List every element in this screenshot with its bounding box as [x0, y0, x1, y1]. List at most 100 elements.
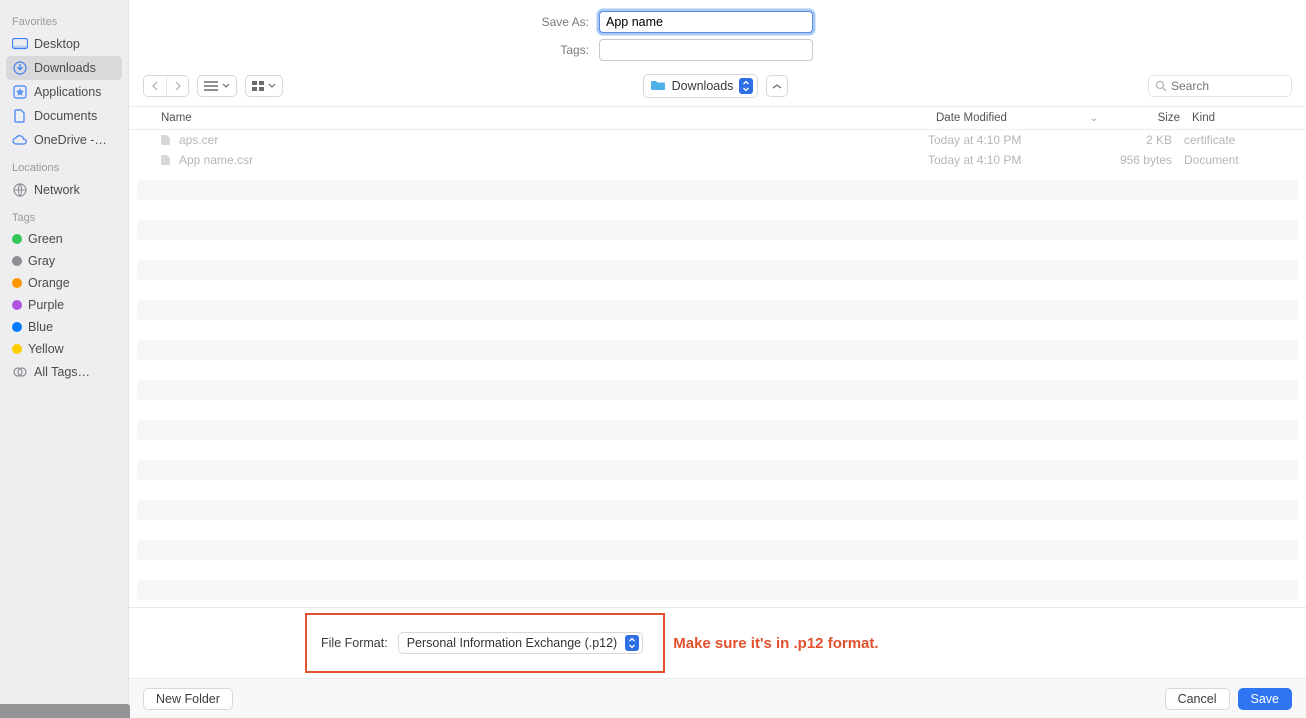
location-popup[interactable]: Downloads [643, 74, 759, 98]
folder-icon [650, 79, 666, 93]
list-stripe [137, 460, 1298, 480]
sidebar-item-applications[interactable]: Applications [6, 80, 122, 104]
file-icon [161, 134, 173, 146]
window-shadow [0, 704, 130, 718]
list-stripe [137, 580, 1298, 600]
sidebar-item-label: Downloads [34, 61, 96, 75]
sidebar-tag-purple[interactable]: Purple [6, 294, 122, 316]
list-header: Name Date Modified ⌄ Size Kind [129, 106, 1306, 130]
collapse-button[interactable] [766, 75, 788, 97]
list-stripe [137, 220, 1298, 240]
sidebar-item-label: Yellow [28, 342, 64, 356]
forward-button[interactable] [166, 76, 188, 96]
list-stripe [137, 340, 1298, 360]
sidebar-item-label: Green [28, 232, 63, 246]
new-folder-button[interactable]: New Folder [143, 688, 233, 710]
list-stripe [137, 480, 1298, 500]
list-stripe [137, 200, 1298, 220]
list-stripe [137, 560, 1298, 580]
up-down-icon [739, 78, 753, 94]
sidebar: Favorites Desktop Downloads Applications… [0, 0, 128, 718]
top-fields: Save As: Tags: [129, 0, 1306, 68]
column-name[interactable]: Name [129, 112, 936, 124]
file-row[interactable]: App name.csrToday at 4:10 PM956 bytesDoc… [137, 150, 1298, 170]
file-size: 956 bytes [1096, 153, 1184, 167]
file-size: 2 KB [1096, 133, 1184, 147]
cancel-button[interactable]: Cancel [1165, 688, 1230, 710]
sidebar-item-label: Blue [28, 320, 53, 334]
search-icon [1155, 80, 1167, 92]
sidebar-tag-yellow[interactable]: Yellow [6, 338, 122, 360]
file-format-label: File Format: [321, 636, 388, 650]
tags-input[interactable] [599, 39, 813, 61]
view-list-button[interactable] [197, 75, 237, 97]
sidebar-item-documents[interactable]: Documents [6, 104, 122, 128]
list-stripe [137, 180, 1298, 200]
sidebar-tag-gray[interactable]: Gray [6, 250, 122, 272]
sidebar-item-desktop[interactable]: Desktop [6, 32, 122, 56]
column-size[interactable]: Size [1104, 112, 1192, 124]
tag-dot-icon [12, 234, 22, 244]
file-icon [161, 154, 173, 166]
sidebar-item-label: Orange [28, 276, 70, 290]
save-as-input[interactable] [599, 11, 813, 33]
sidebar-tag-green[interactable]: Green [6, 228, 122, 250]
column-date[interactable]: Date Modified ⌄ [936, 112, 1104, 124]
file-format-value: Personal Information Exchange (.p12) [407, 636, 618, 650]
save-dialog: Save As: Tags: [128, 0, 1306, 718]
search-input[interactable] [1171, 79, 1285, 93]
list-stripe [137, 380, 1298, 400]
list-stripe [137, 320, 1298, 340]
chevron-down-icon: ⌄ [1090, 113, 1098, 124]
list-stripe [137, 440, 1298, 460]
file-format-select[interactable]: Personal Information Exchange (.p12) [398, 632, 644, 654]
search-field[interactable] [1148, 75, 1292, 97]
annotation-text: Make sure it's in .p12 format. [673, 635, 878, 652]
list-stripe [137, 520, 1298, 540]
actions-row: New Folder Cancel Save [129, 678, 1306, 718]
sidebar-heading-favorites: Favorites [6, 6, 122, 32]
back-button[interactable] [144, 76, 166, 96]
list-stripe [137, 360, 1298, 380]
sidebar-heading-locations: Locations [6, 152, 122, 178]
sidebar-tag-orange[interactable]: Orange [6, 272, 122, 294]
tag-dot-icon [12, 256, 22, 266]
sidebar-tag-blue[interactable]: Blue [6, 316, 122, 338]
desktop-icon [12, 36, 28, 52]
sidebar-heading-tags: Tags [6, 202, 122, 228]
grid-view-icon [252, 81, 264, 91]
sidebar-item-downloads[interactable]: Downloads [6, 56, 122, 80]
column-kind[interactable]: Kind [1192, 112, 1306, 124]
network-icon [12, 182, 28, 198]
sidebar-item-label: Documents [34, 109, 97, 123]
file-row[interactable]: aps.cerToday at 4:10 PM2 KBcertificate [137, 130, 1298, 150]
sidebar-item-label: All Tags… [34, 365, 90, 379]
location-label: Downloads [672, 79, 734, 93]
list-view-icon [204, 81, 218, 91]
column-size-label: Size [1158, 112, 1180, 124]
tag-dot-icon [12, 278, 22, 288]
file-list: Name Date Modified ⌄ Size Kind aps.cerTo… [129, 106, 1306, 607]
sidebar-item-network[interactable]: Network [6, 178, 122, 202]
list-stripe [137, 600, 1298, 607]
list-stripe [137, 260, 1298, 280]
view-grid-button[interactable] [245, 75, 283, 97]
column-date-label: Date Modified [936, 112, 1007, 124]
new-folder-label: New Folder [156, 692, 220, 706]
list-stripe [137, 300, 1298, 320]
sidebar-item-all-tags[interactable]: All Tags… [6, 360, 122, 384]
chevron-down-icon [222, 83, 230, 89]
cancel-label: Cancel [1178, 692, 1217, 706]
list-stripe [137, 280, 1298, 300]
all-tags-icon [12, 364, 28, 380]
list-stripe [137, 540, 1298, 560]
list-stripe [137, 240, 1298, 260]
file-kind: Document [1184, 153, 1298, 167]
sidebar-item-onedrive[interactable]: OneDrive -… [6, 128, 122, 152]
cloud-icon [12, 132, 28, 148]
applications-icon [12, 84, 28, 100]
list-stripe [137, 400, 1298, 420]
save-button[interactable]: Save [1238, 688, 1293, 710]
documents-icon [12, 108, 28, 124]
column-name-label: Name [161, 112, 192, 124]
